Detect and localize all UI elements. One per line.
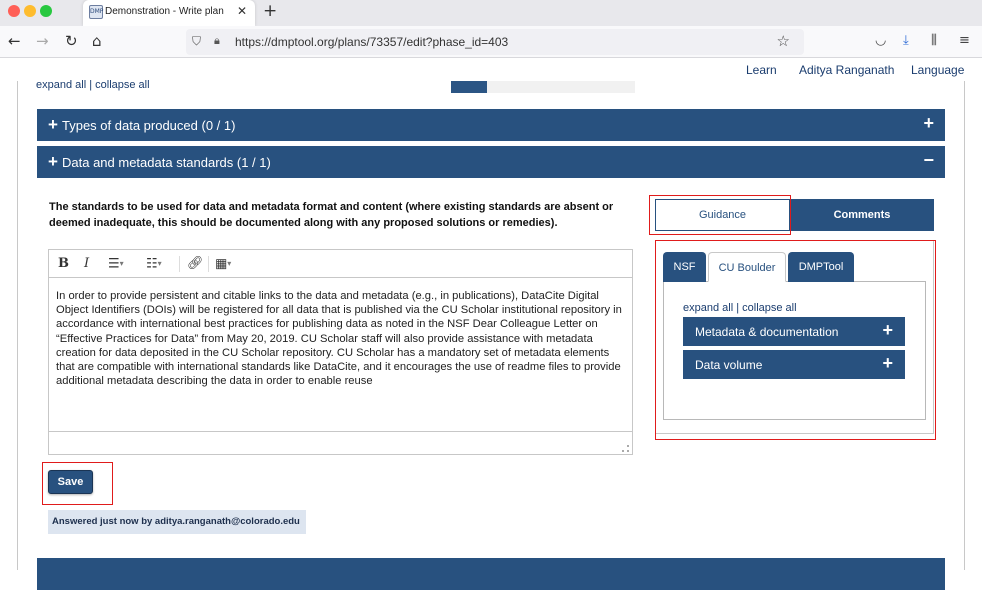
expand-toggle-icon[interactable]: + [923, 113, 934, 133]
window-zoom-button[interactable] [40, 5, 52, 17]
expand-all-link[interactable]: expand all [36, 79, 86, 91]
browser-tab-active[interactable]: DMP Demonstration - Write plan ✕ [83, 0, 255, 26]
tab-title: Demonstration - Write plan [105, 6, 224, 17]
question-text: The standards to be used for data and me… [49, 201, 614, 229]
resize-handle-icon[interactable] [622, 445, 629, 452]
reload-icon[interactable]: ↻ [65, 32, 78, 50]
url-bar[interactable]: ⛉ 🔒︎ https://dmptool.org/plans/73357/edi… [186, 29, 804, 55]
bookmark-star-icon[interactable]: ☆ [777, 32, 790, 50]
collapse-all-link[interactable]: collapse all [95, 79, 149, 91]
section-title: Data and metadata standards (1 / 1) [62, 155, 271, 170]
tab-close-icon[interactable]: ✕ [237, 4, 247, 18]
toolbar-divider [208, 256, 209, 272]
link-icon[interactable]: 🔗︎ [187, 256, 204, 272]
progress-bar-track [487, 81, 635, 93]
answered-status: Answered just now by aditya.ranganath@co… [48, 510, 306, 534]
browser-tab-bar: DMP Demonstration - Write plan ✕ + [0, 0, 982, 26]
expand-plus-icon: + [48, 152, 58, 171]
nav-user-link[interactable]: Aditya Ranganath [799, 63, 894, 77]
editor-toolbar: B I ☰▾ ☷▾ 🔗︎ ▦▾ [49, 250, 632, 278]
home-icon[interactable]: ⌂ [92, 32, 102, 50]
section-types-of-data[interactable]: + Types of data produced (0 / 1) + [37, 109, 945, 141]
section-next-collapsed[interactable] [37, 558, 945, 590]
separator: | [89, 79, 93, 91]
window-minimize-button[interactable] [24, 5, 36, 17]
shield-icon[interactable]: ⛉ [192, 34, 201, 49]
expand-plus-icon: + [48, 115, 58, 134]
pocket-icon[interactable]: ◡ [875, 33, 886, 48]
download-icon[interactable]: ⤓ [903, 33, 909, 48]
editor-status-bar [49, 431, 632, 455]
page-content: Learn Aditya Ranganath Language expand a… [0, 59, 982, 590]
table-icon[interactable]: ▦▾ [215, 256, 231, 273]
numbered-list-icon[interactable]: ☷▾ [146, 256, 162, 273]
browser-nav-bar: ← → ↻ ⌂ ⛉ 🔒︎ https://dmptool.org/plans/7… [0, 26, 982, 58]
rich-text-editor[interactable]: B I ☰▾ ☷▾ 🔗︎ ▦▾ In order to provide pers… [48, 249, 633, 455]
dmptool-favicon-icon: DMP [89, 5, 103, 19]
italic-icon[interactable]: I [84, 256, 89, 272]
new-tab-plus-icon[interactable]: + [263, 1, 277, 21]
save-button[interactable]: Save [48, 470, 93, 494]
progress-bar-fill [451, 81, 487, 93]
nav-language-link[interactable]: Language [911, 63, 964, 77]
top-navigation: Learn Aditya Ranganath Language [0, 59, 982, 81]
collapse-toggle-icon[interactable]: − [923, 150, 934, 170]
guidance-panel-highlight-box [655, 240, 936, 440]
library-icon[interactable]: ⫼ [931, 33, 937, 48]
nav-learn-link[interactable]: Learn [746, 63, 777, 77]
back-arrow-icon[interactable]: ← [8, 32, 21, 50]
toolbar-divider [179, 256, 180, 272]
section-data-metadata-standards[interactable]: + Data and metadata standards (1 / 1) − [37, 146, 945, 178]
url-text[interactable]: https://dmptool.org/plans/73357/edit?pha… [235, 35, 508, 49]
bold-icon[interactable]: B [58, 256, 69, 272]
window-close-button[interactable] [8, 5, 20, 17]
lock-icon[interactable]: 🔒︎ [214, 34, 220, 48]
tab-comments[interactable]: Comments [790, 199, 934, 231]
expand-collapse-controls: expand all | collapse all [36, 79, 150, 91]
guidance-tab-highlight-box [649, 195, 791, 235]
forward-arrow-icon[interactable]: → [36, 32, 49, 50]
section-title: Types of data produced (0 / 1) [62, 118, 236, 133]
answer-text[interactable]: In order to provide persistent and citab… [56, 289, 626, 388]
bullet-list-icon[interactable]: ☰▾ [108, 256, 124, 273]
hamburger-menu-icon[interactable]: ≡ [959, 33, 970, 48]
